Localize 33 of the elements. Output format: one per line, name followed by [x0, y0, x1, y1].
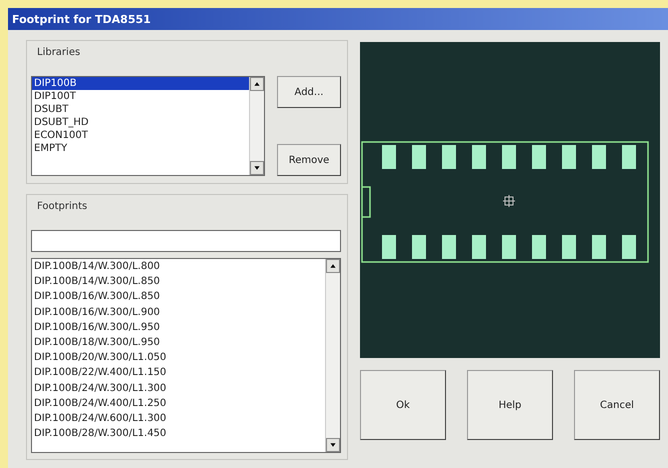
add-button[interactable]: Add...	[277, 76, 341, 108]
scroll-down-button[interactable]	[250, 161, 264, 175]
library-item[interactable]: EMPTY	[32, 142, 249, 155]
footprints-list[interactable]	[31, 258, 341, 453]
library-item[interactable]: DSUBT	[32, 103, 249, 116]
footprint-item[interactable]: DIP.100B/14/W.300/L.800	[32, 259, 325, 274]
library-item[interactable]: DSUBT_HD	[32, 116, 249, 129]
ok-button[interactable]: Ok	[360, 370, 446, 440]
filter-field[interactable]	[31, 230, 341, 252]
libraries-list[interactable]: DIP100B DIP100T DSUBT DSUBT_HD ECON100T EMPTY	[31, 76, 265, 176]
cancel-button[interactable]: Cancel	[574, 370, 660, 440]
library-item[interactable]: DIP100T	[32, 90, 249, 103]
footprint-item[interactable]: DIP.100B/28/W.300/L1.450	[32, 426, 325, 442]
footprint-item[interactable]: DIP.100B/16/W.300/L.900	[32, 304, 325, 320]
footprint-item[interactable]: DIP.100B/24/W.300/L1.300	[32, 380, 325, 396]
library-item[interactable]: ECON100T	[32, 129, 249, 142]
footprint-item[interactable]: DIP.100B/16/W.300/L.950	[32, 320, 325, 336]
footprint-item[interactable]: DIP.100B/16/W.300/L.850	[32, 289, 325, 305]
help-button[interactable]: Help	[467, 370, 553, 440]
scroll-up-button[interactable]	[326, 259, 340, 273]
footprint-item[interactable]: DIP.100B/20/W.300/L1.050	[32, 350, 325, 366]
scroll-down-button[interactable]	[326, 438, 340, 452]
footprint-item[interactable]: DIP.100B/24/W.600/L1.300	[32, 411, 325, 426]
footprint-item[interactable]: DIP.100B/14/W.300/L.850	[32, 274, 325, 290]
group-label: Libraries	[36, 47, 80, 58]
group-label: Footprints	[36, 201, 88, 212]
footprint-item[interactable]: DIP.100B/18/W.300/L.950	[32, 335, 325, 350]
library-item[interactable]: DIP100B	[32, 77, 249, 90]
scroll-up-button[interactable]	[250, 77, 264, 91]
footprint-item[interactable]: DIP.100B/22/W.400/L1.150	[32, 365, 325, 381]
window-title: Footprint for TDA8551	[8, 8, 668, 30]
remove-button[interactable]: Remove	[277, 144, 341, 176]
footprint-item[interactable]: DIP.100B/24/W.400/L1.250	[32, 396, 325, 412]
